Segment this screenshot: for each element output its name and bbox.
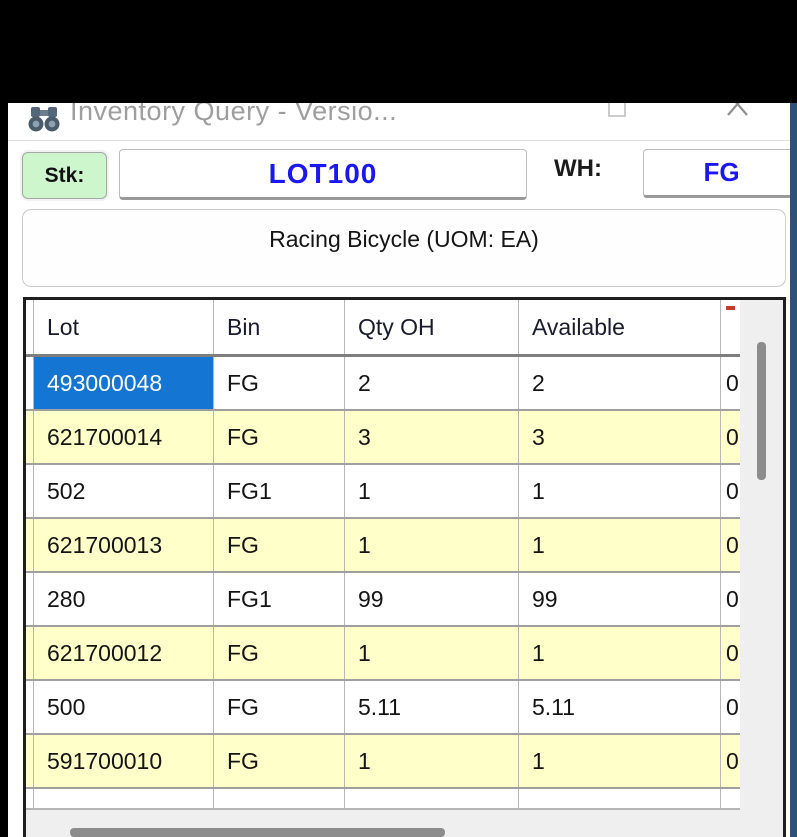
cell-qty-oh[interactable]: 1 — [345, 465, 519, 517]
stk-button[interactable]: Stk: — [22, 152, 107, 199]
description-box: Racing Bicycle (UOM: EA) — [22, 209, 786, 287]
cell-partial[interactable]: 0 — [721, 573, 740, 625]
cell-available[interactable]: 1 — [519, 627, 721, 679]
cell-partial[interactable]: 0 — [721, 357, 740, 409]
table-row[interactable]: 591700010 FG 1 1 0 — [26, 735, 740, 789]
cell-lot[interactable]: 621700013 — [34, 519, 214, 571]
top-black-bar — [0, 0, 797, 103]
cell-available[interactable]: 99 — [519, 573, 721, 625]
row-stub-header — [26, 300, 34, 354]
table-row[interactable]: 621700013 FG 1 1 0 — [26, 519, 740, 573]
table-row-partial — [26, 789, 740, 810]
description-text: Racing Bicycle (UOM: EA) — [269, 226, 539, 252]
col-header-available[interactable]: Available — [519, 300, 721, 354]
left-black-strip — [0, 0, 8, 837]
cell-bin[interactable]: FG — [214, 519, 345, 571]
horizontal-scrollbar[interactable] — [26, 810, 740, 837]
cell-partial[interactable]: 0 — [721, 681, 740, 733]
cell-bin[interactable]: FG — [214, 681, 345, 733]
cell-qty-oh[interactable]: 1 — [345, 735, 519, 787]
cell-available[interactable]: 5.11 — [519, 681, 721, 733]
stock-code-field[interactable]: LOT100 — [119, 149, 527, 200]
cell-partial[interactable]: 0 — [721, 411, 740, 463]
cell-qty-oh[interactable]: 2 — [345, 357, 519, 409]
binoculars-icon — [28, 107, 60, 132]
cell-lot[interactable]: 591700010 — [34, 735, 214, 787]
cell-lot[interactable]: 621700014 — [34, 411, 214, 463]
vertical-scrollbar-thumb[interactable] — [757, 342, 766, 480]
screen: Inventory Query - Versio... Stk: LOT100 … — [0, 0, 797, 837]
cell-lot[interactable]: 280 — [34, 573, 214, 625]
cell-lot[interactable]: 500 — [34, 681, 214, 733]
cell-lot-selected[interactable]: 493000048 — [34, 357, 214, 409]
cell-qty-oh[interactable]: 1 — [345, 519, 519, 571]
col-header-partial[interactable] — [721, 300, 740, 354]
partial-header-mark — [726, 306, 735, 310]
table-row[interactable]: 280 FG1 99 99 0 — [26, 573, 740, 627]
table-row[interactable]: 621700012 FG 1 1 0 — [26, 627, 740, 681]
cell-available[interactable]: 2 — [519, 357, 721, 409]
table-header-row: Lot Bin Qty OH Available — [26, 300, 740, 357]
cell-partial[interactable]: 0 — [721, 519, 740, 571]
cell-qty-oh[interactable]: 5.11 — [345, 681, 519, 733]
table-row[interactable]: 500 FG 5.11 5.11 0 — [26, 681, 740, 735]
cell-available[interactable]: 1 — [519, 735, 721, 787]
cell-available[interactable]: 1 — [519, 465, 721, 517]
col-header-lot[interactable]: Lot — [34, 300, 214, 354]
cell-bin[interactable]: FG1 — [214, 573, 345, 625]
cell-bin[interactable]: FG — [214, 411, 345, 463]
horizontal-scrollbar-thumb[interactable] — [70, 828, 445, 837]
cell-partial[interactable]: 0 — [721, 735, 740, 787]
cell-bin[interactable]: FG — [214, 357, 345, 409]
app-window: Inventory Query - Versio... Stk: LOT100 … — [8, 63, 797, 837]
cell-bin[interactable]: FG — [214, 735, 345, 787]
vertical-scrollbar[interactable] — [740, 300, 783, 837]
cell-lot[interactable]: 502 — [34, 465, 214, 517]
cell-bin[interactable]: FG1 — [214, 465, 345, 517]
cell-partial[interactable]: 0 — [721, 465, 740, 517]
table-row[interactable]: 621700014 FG 3 3 0 — [26, 411, 740, 465]
cell-qty-oh[interactable]: 1 — [345, 627, 519, 679]
warehouse-field[interactable]: FG — [643, 149, 797, 198]
cell-available[interactable]: 3 — [519, 411, 721, 463]
right-navy-strip — [790, 103, 797, 837]
cell-lot[interactable]: 621700012 — [34, 627, 214, 679]
col-header-qty-oh[interactable]: Qty OH — [345, 300, 519, 354]
cell-qty-oh[interactable]: 99 — [345, 573, 519, 625]
table-row[interactable]: 502 FG1 1 1 0 — [26, 465, 740, 519]
cell-available[interactable]: 1 — [519, 519, 721, 571]
cell-qty-oh[interactable]: 3 — [345, 411, 519, 463]
inventory-table: Lot Bin Qty OH Available 493000048 FG 2 … — [23, 297, 786, 837]
wh-label: WH: — [554, 155, 602, 182]
cell-bin[interactable]: FG — [214, 627, 345, 679]
table-grid: Lot Bin Qty OH Available 493000048 FG 2 … — [26, 300, 740, 810]
table-row[interactable]: 493000048 FG 2 2 0 — [26, 357, 740, 411]
cell-partial[interactable]: 0 — [721, 627, 740, 679]
col-header-bin[interactable]: Bin — [214, 300, 345, 354]
